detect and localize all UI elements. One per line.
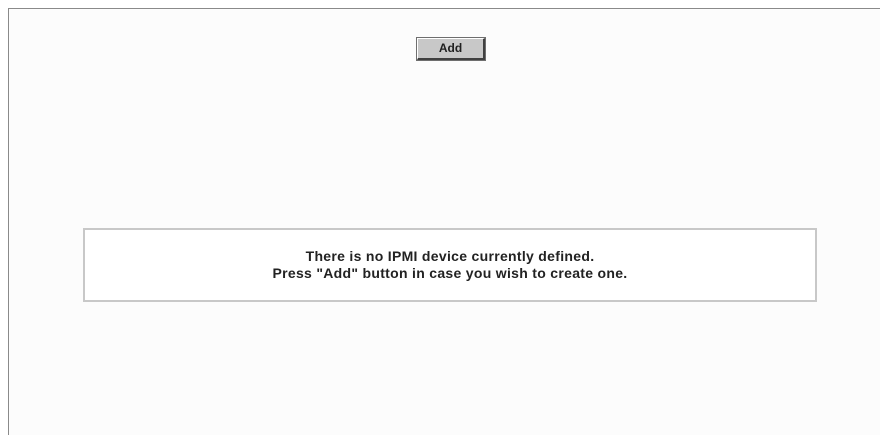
content-panel: Add There is no IPMI device currently de… [8,8,880,435]
empty-state-message: There is no IPMI device currently define… [83,228,817,302]
empty-state-line-1: There is no IPMI device currently define… [305,248,595,264]
empty-state-line-2: Press "Add" button in case you wish to c… [272,265,628,281]
add-button[interactable]: Add [416,37,486,61]
